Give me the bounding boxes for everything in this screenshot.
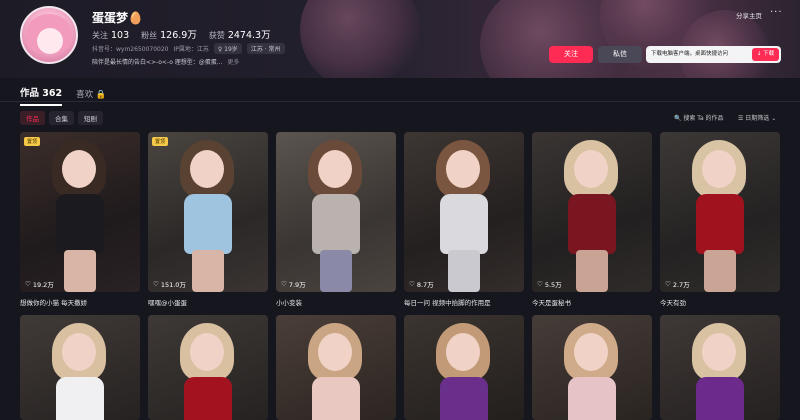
- video-thumbnail[interactable]: [148, 315, 268, 420]
- video-thumbnail[interactable]: [276, 315, 396, 420]
- chip-short-dramas[interactable]: 短剧: [78, 111, 103, 125]
- video-caption[interactable]: 嘿嘿@小蛋蛋: [148, 297, 268, 307]
- video-likes: ♡ 19.2万: [25, 279, 54, 289]
- following-count: 103: [111, 30, 130, 41]
- video-item[interactable]: ♡ 5.5万 今天是蛋秘书: [532, 132, 652, 308]
- heart-icon: ♡: [537, 280, 543, 288]
- fans-stat[interactable]: 粉丝 126.9万: [141, 27, 197, 41]
- bio-more-link[interactable]: 更多: [227, 59, 239, 66]
- fans-count: 126.9万: [160, 30, 197, 41]
- tab-likes[interactable]: 喜欢 🔒: [76, 88, 106, 106]
- video-caption[interactable]: 想做你的小猫 每天撒娇: [20, 297, 140, 307]
- video-thumbnail[interactable]: [404, 315, 524, 420]
- chip-collections[interactable]: 合集: [49, 111, 74, 125]
- likes-count: 2474.3万: [227, 30, 271, 41]
- bio-text: 陪伴是最长情的告白<>-o<-o 理想型：@蛋蛋...: [92, 59, 223, 66]
- video-thumbnail[interactable]: [660, 315, 780, 420]
- follow-button[interactable]: 关注: [549, 46, 593, 63]
- chip-works[interactable]: 作品: [20, 111, 45, 125]
- following-label: 关注: [92, 31, 108, 40]
- location-tag: 江苏 · 常州: [246, 43, 285, 54]
- video-item[interactable]: ♡ 7.9万 小小变装: [276, 132, 396, 308]
- ip-location: IP属地：江苏: [173, 46, 209, 53]
- age-tag: ♀ 19岁: [213, 43, 242, 54]
- fans-label: 粉丝: [141, 31, 158, 40]
- video-item[interactable]: 置顶 ♡ 151.0万 嘿嘿@小蛋蛋: [148, 132, 268, 308]
- video-grid: 置顶 ♡ 19.2万 想做你的小猫 每天撒娇 置顶 ♡ 151.0万 嘿嘿@小蛋蛋 …: [20, 132, 780, 308]
- video-thumbnail[interactable]: [20, 315, 140, 420]
- more-options-icon[interactable]: ···: [770, 7, 783, 18]
- date-filter-button[interactable]: ☰ 日期筛选 ⌄: [738, 113, 776, 122]
- likes-count: 7.9万: [288, 281, 306, 289]
- video-thumbnail[interactable]: ♡ 5.5万: [532, 132, 652, 292]
- likes-count: 2.7万: [672, 281, 690, 289]
- video-thumbnail[interactable]: 置顶 ♡ 151.0万: [148, 132, 268, 292]
- video-item[interactable]: 置顶 ♡ 19.2万 想做你的小猫 每天撒娇: [20, 132, 140, 308]
- heart-icon: ♡: [409, 280, 415, 288]
- video-likes: ♡ 5.5万: [537, 279, 562, 289]
- heart-icon: ♡: [281, 280, 287, 288]
- video-likes: ♡ 151.0万: [153, 279, 186, 289]
- video-thumbnail[interactable]: ♡ 2.7万: [660, 132, 780, 292]
- following-stat[interactable]: 关注 103: [92, 30, 129, 41]
- video-thumbnail[interactable]: [532, 315, 652, 420]
- video-grid-row-2: [20, 315, 780, 420]
- video-thumbnail[interactable]: ♡ 8.7万: [404, 132, 524, 292]
- tab-works[interactable]: 作品 362: [20, 85, 63, 106]
- nickname: 蛋蛋梦🥚: [92, 11, 143, 25]
- video-caption[interactable]: 小小变装: [276, 297, 396, 307]
- likes-stat: 获赞 2474.3万: [209, 27, 271, 41]
- heart-icon: ♡: [153, 280, 159, 288]
- video-thumbnail[interactable]: ♡ 7.9万: [276, 132, 396, 292]
- video-caption[interactable]: 今天是蛋秘书: [532, 297, 652, 307]
- profile-bio: 陪伴是最长情的告白<>-o<-o 理想型：@蛋蛋... 更多: [92, 57, 239, 66]
- message-button[interactable]: 私信: [598, 46, 642, 63]
- heart-icon: ♡: [665, 280, 671, 288]
- video-caption[interactable]: 今天有劲: [660, 297, 780, 307]
- video-likes: ♡ 2.7万: [665, 279, 690, 289]
- profile-tabs: 作品 362 喜欢 🔒: [20, 85, 106, 106]
- likes-count: 8.7万: [416, 281, 434, 289]
- profile-stats: 关注 103 粉丝 126.9万 获赞 2474.3万: [92, 27, 271, 41]
- video-item[interactable]: ♡ 8.7万 每日一问 视频中抬脚的作用是: [404, 132, 524, 308]
- video-likes: ♡ 8.7万: [409, 279, 434, 289]
- tabs-divider: [0, 101, 800, 102]
- likes-count: 151.0万: [160, 281, 186, 289]
- video-item[interactable]: ♡ 2.7万 今天有劲: [660, 132, 780, 308]
- share-profile-button[interactable]: 分享主页: [736, 10, 762, 20]
- video-likes: ♡ 7.9万: [281, 279, 306, 289]
- search-works-button[interactable]: 🔍 搜索 Ta 的作品: [674, 113, 724, 122]
- avatar[interactable]: [20, 6, 78, 64]
- content-filter-chips: 作品 合集 短剧: [20, 111, 103, 125]
- pinned-badge: 置顶: [152, 137, 169, 146]
- profile-meta: 抖音号：wym2650070020 IP属地：江苏 ♀ 19岁 江苏 · 常州: [92, 43, 285, 54]
- video-thumbnail[interactable]: 置顶 ♡ 19.2万: [20, 132, 140, 292]
- likes-count: 19.2万: [32, 281, 54, 289]
- douyin-id: 抖音号：wym2650070020: [92, 46, 169, 53]
- heart-icon: ♡: [25, 280, 31, 288]
- download-button[interactable]: ↓ 下载: [752, 48, 779, 61]
- video-caption[interactable]: 每日一问 视频中抬脚的作用是: [404, 297, 524, 307]
- likes-label: 获赞: [208, 31, 225, 40]
- pinned-badge: 置顶: [24, 137, 41, 146]
- likes-count: 5.5万: [544, 281, 562, 289]
